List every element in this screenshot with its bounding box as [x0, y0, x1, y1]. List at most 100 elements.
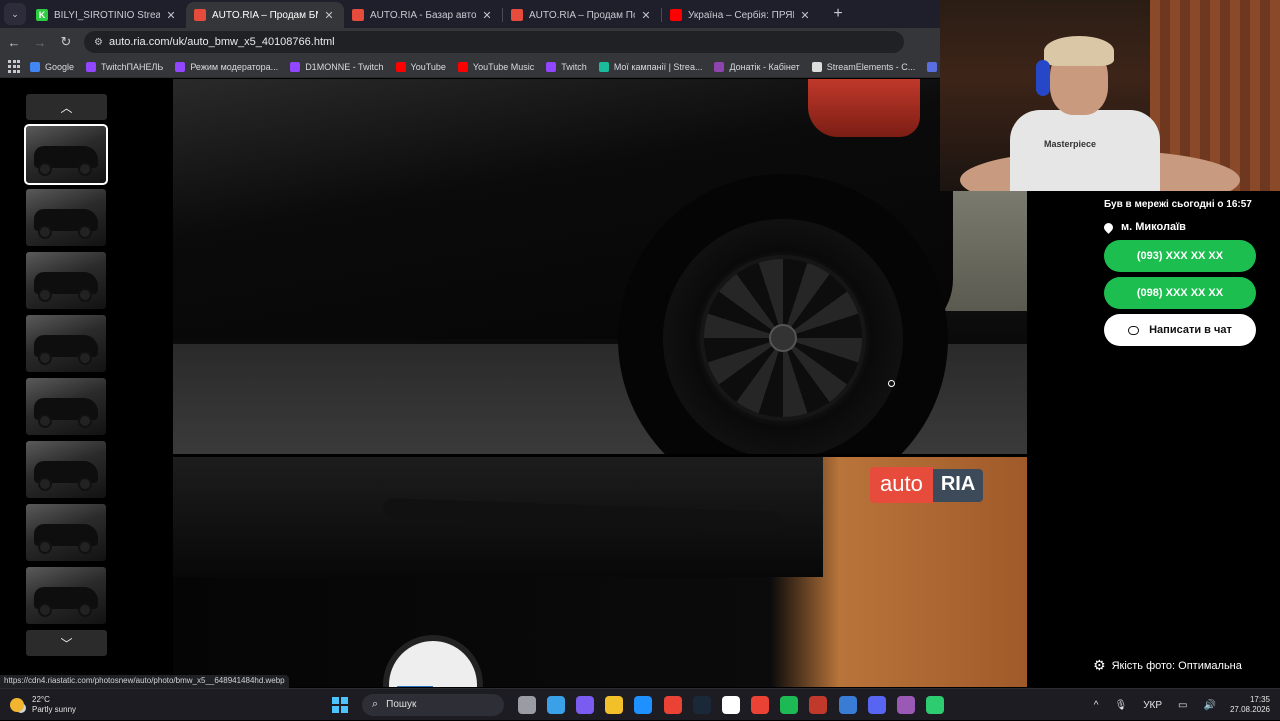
reload-icon[interactable]: ↻ [54, 30, 78, 54]
photo-thumbnail[interactable] [26, 252, 106, 309]
bookmark-item[interactable]: StreamElements - C... [811, 61, 916, 72]
photo-thumbnail[interactable] [26, 315, 106, 372]
taskbar-app-icon[interactable] [605, 695, 624, 714]
tab-favicon-icon [670, 9, 682, 21]
bookmark-item[interactable]: D1MONNE - Twitch [290, 61, 384, 72]
bookmark-item[interactable]: Мої кампанії | Strea... [598, 61, 702, 72]
forward-icon[interactable]: → [28, 30, 52, 54]
taskbar-app-icon[interactable] [721, 695, 740, 714]
taskbar-app-icon[interactable] [867, 695, 886, 714]
photo-quality-label: Якість фото: Оптимальна [1111, 659, 1242, 672]
photo-thumbnail[interactable] [26, 504, 106, 561]
close-tab-icon[interactable]: ✕ [164, 9, 178, 22]
thumbnail-wheel [78, 225, 92, 239]
status-url: https://cdn4.riastatic.com/photosnew/aut… [0, 675, 289, 688]
bookmark-label: StreamElements - C... [826, 61, 916, 72]
address-input[interactable]: ⚙ auto.ria.com/uk/auto_bmw_x5_40108766.h… [84, 31, 904, 53]
bookmark-favicon-icon [927, 61, 938, 72]
taskbar-app-icon[interactable] [838, 695, 857, 714]
browser-tab[interactable]: AUTO.RIA - Базар авто №1: авто ✕ [344, 2, 502, 28]
clock-date: 27.08.2026 [1229, 705, 1270, 714]
browser-tab[interactable]: K BILYI_SIROTINIO Stream - Watch ✕ [28, 2, 186, 28]
main-photo[interactable] [173, 79, 1027, 454]
bookmark-item[interactable]: Режим модератора... [175, 61, 278, 72]
back-icon[interactable]: ← [2, 30, 26, 54]
bookmark-item[interactable]: Донатік - Кабінет [714, 61, 800, 72]
watermark-ria: RIA [932, 468, 984, 502]
tab-title: BILYI_SIROTINIO Stream - Watch [54, 9, 160, 21]
location-pin-icon [1102, 220, 1115, 234]
tab-title: AUTO.RIA - Базар авто №1: авто [370, 9, 476, 21]
weather-widget[interactable]: 22°C Partly sunny [10, 695, 310, 715]
bookmark-favicon-icon [598, 61, 609, 72]
language-indicator[interactable]: УКР [1143, 700, 1162, 711]
browser-tab[interactable]: AUTO.RIA – Продам Порше Кайен ✕ [503, 2, 661, 28]
taskbar-app-icon[interactable] [897, 695, 916, 714]
webcam-overlay: Masterpiece [940, 0, 1280, 191]
bookmark-favicon-icon [457, 61, 468, 72]
photo-thumbnail[interactable] [26, 441, 106, 498]
thumbnail-wheel [78, 414, 92, 428]
bookmark-item[interactable]: Twitch [546, 61, 587, 72]
photo-thumbnail[interactable] [26, 189, 106, 246]
browser-tab[interactable]: AUTO.RIA – Продам БМВ Х5 2007 ✕ [186, 2, 344, 28]
taskbar-app-icon[interactable] [692, 695, 711, 714]
bookmark-favicon-icon [30, 61, 40, 72]
photo-thumbnail[interactable] [26, 378, 106, 435]
photo-thumbnail[interactable] [24, 124, 108, 185]
taskbar-app-icon[interactable] [751, 695, 770, 714]
taskbar-app-icon[interactable] [663, 695, 682, 714]
phone-button-2[interactable]: (098) XXX XX XX [1104, 277, 1256, 309]
new-tab-button[interactable]: + [826, 2, 850, 26]
seller-city: м. Миколаїв [1102, 220, 1186, 234]
close-tab-icon[interactable]: ✕ [480, 9, 494, 22]
thumbnail-wheel [38, 414, 52, 428]
microphone-icon[interactable]: 🎙 [1114, 700, 1127, 711]
bookmark-item[interactable]: TwitchПАНЕЛЬ [86, 61, 163, 72]
thumbnail-wheel [38, 477, 52, 491]
bookmark-favicon-icon [86, 61, 97, 72]
taskbar-app-icon[interactable] [926, 695, 945, 714]
mouse-cursor [888, 380, 895, 387]
bookmark-item[interactable]: YouTube Music [457, 61, 534, 72]
thumbs-up-button[interactable]: ︿ [26, 94, 107, 120]
taskbar-app-icon[interactable] [780, 695, 799, 714]
site-info-icon[interactable]: ⚙ [94, 37, 103, 48]
bookmark-item[interactable]: Google [30, 61, 74, 72]
bookmark-item[interactable]: YouTube [395, 61, 446, 72]
thumbs-down-button[interactable]: ﹀ [26, 630, 107, 656]
chevron-up-icon[interactable]: ^ [1094, 700, 1099, 711]
clock[interactable]: 17:35 27.08.2026 [1230, 695, 1270, 715]
chat-bubble-icon [1128, 325, 1140, 335]
thumbnail-wheel [38, 603, 52, 617]
apps-grid-icon[interactable] [8, 59, 20, 74]
phone-button-1[interactable]: (093) XXX XX XX [1104, 240, 1256, 272]
tab-search-button[interactable]: ⌄ [4, 3, 26, 25]
close-tab-icon[interactable]: ✕ [322, 9, 336, 22]
start-button[interactable] [332, 696, 348, 713]
photo-quality-control[interactable]: ⚙ Якість фото: Оптимальна [1093, 657, 1242, 674]
taskbar-app-icon[interactable] [517, 695, 536, 714]
close-tab-icon[interactable]: ✕ [798, 9, 812, 22]
taskbar-apps [512, 695, 950, 714]
browser-tab[interactable]: Україна – Сербія: ПРЯМА ✕ [662, 2, 820, 28]
weather-desc: Partly sunny [32, 704, 77, 714]
volume-icon[interactable]: 🔊 [1204, 700, 1216, 711]
search-icon: ⌕ [372, 698, 379, 710]
photo-thumbnail[interactable] [26, 567, 106, 624]
chat-button[interactable]: Написати в чат [1104, 314, 1256, 346]
watermark-auto: auto [870, 467, 933, 503]
close-tab-icon[interactable]: ✕ [639, 9, 653, 22]
network-icon[interactable]: ▭ [1178, 700, 1187, 711]
tab-strip: ⌄ KBILYI_SIROTINIO Stream - Watch✕AUTO.R… [0, 0, 940, 28]
tab-favicon-icon [511, 9, 523, 21]
taskbar-search[interactable]: ⌕ Пошук [362, 693, 504, 716]
taskbar-app-icon[interactable] [546, 695, 565, 714]
taskbar-app-icon[interactable] [575, 695, 594, 714]
last-online-text: Був в мережі сьогодні о 16:57 [1104, 199, 1252, 210]
taskbar-app-icon[interactable] [809, 695, 828, 714]
clock-time: 17:35 [1249, 695, 1270, 704]
seller-panel: Був в мережі сьогодні о 16:57 м. Миколаї… [1027, 191, 1280, 687]
taskbar-app-icon[interactable] [634, 695, 653, 714]
bmw-hub-icon [769, 324, 797, 352]
